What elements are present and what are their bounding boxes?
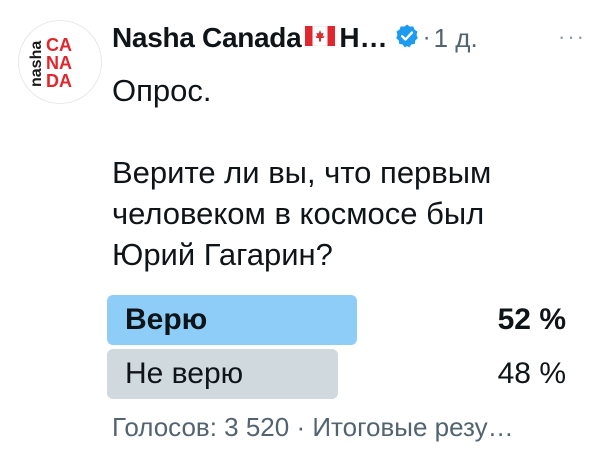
poll-option-1[interactable]: Верю 52 %: [107, 295, 572, 345]
post-text-line: Юрий Гагарин?: [112, 237, 333, 272]
tweet-header: Nasha Canada Н… · 1 д. ···: [112, 18, 596, 58]
post-text-line: человеком в космосе был: [112, 196, 485, 231]
tweet: nasha CA NA DA Nasha Canada Н… · 1 д. ··…: [0, 0, 604, 454]
verified-badge-icon: [394, 23, 420, 54]
svg-text:nasha: nasha: [28, 41, 45, 87]
more-options-icon[interactable]: ···: [558, 24, 586, 50]
svg-text:NA: NA: [46, 53, 72, 73]
post-text-line: Верите ли вы, что первым: [112, 155, 492, 190]
author-name[interactable]: Nasha Canada: [112, 22, 302, 54]
author-name-truncated[interactable]: Н…: [339, 22, 387, 54]
poll-option-percent: 48 %: [497, 357, 566, 390]
poll-footer: Голосов: 3 520 · Итоговые резу…: [112, 412, 514, 442]
svg-text:CA: CA: [46, 35, 72, 55]
tweet-time[interactable]: 1 д.: [434, 23, 478, 54]
nasha-canada-logo-icon: nasha CA NA DA: [28, 35, 72, 91]
svg-text:DA: DA: [46, 71, 72, 91]
separator-dot: ·: [422, 24, 431, 51]
post-text-line: Опрос.: [112, 73, 212, 108]
poll-option-2[interactable]: Не верю 48 %: [107, 349, 572, 399]
poll-option-label: Верю: [125, 303, 208, 336]
poll-option-label: Не верю: [125, 357, 244, 390]
canada-flag-icon: [305, 25, 336, 51]
avatar[interactable]: nasha CA NA DA: [18, 20, 102, 104]
poll-option-percent: 52 %: [497, 303, 566, 336]
